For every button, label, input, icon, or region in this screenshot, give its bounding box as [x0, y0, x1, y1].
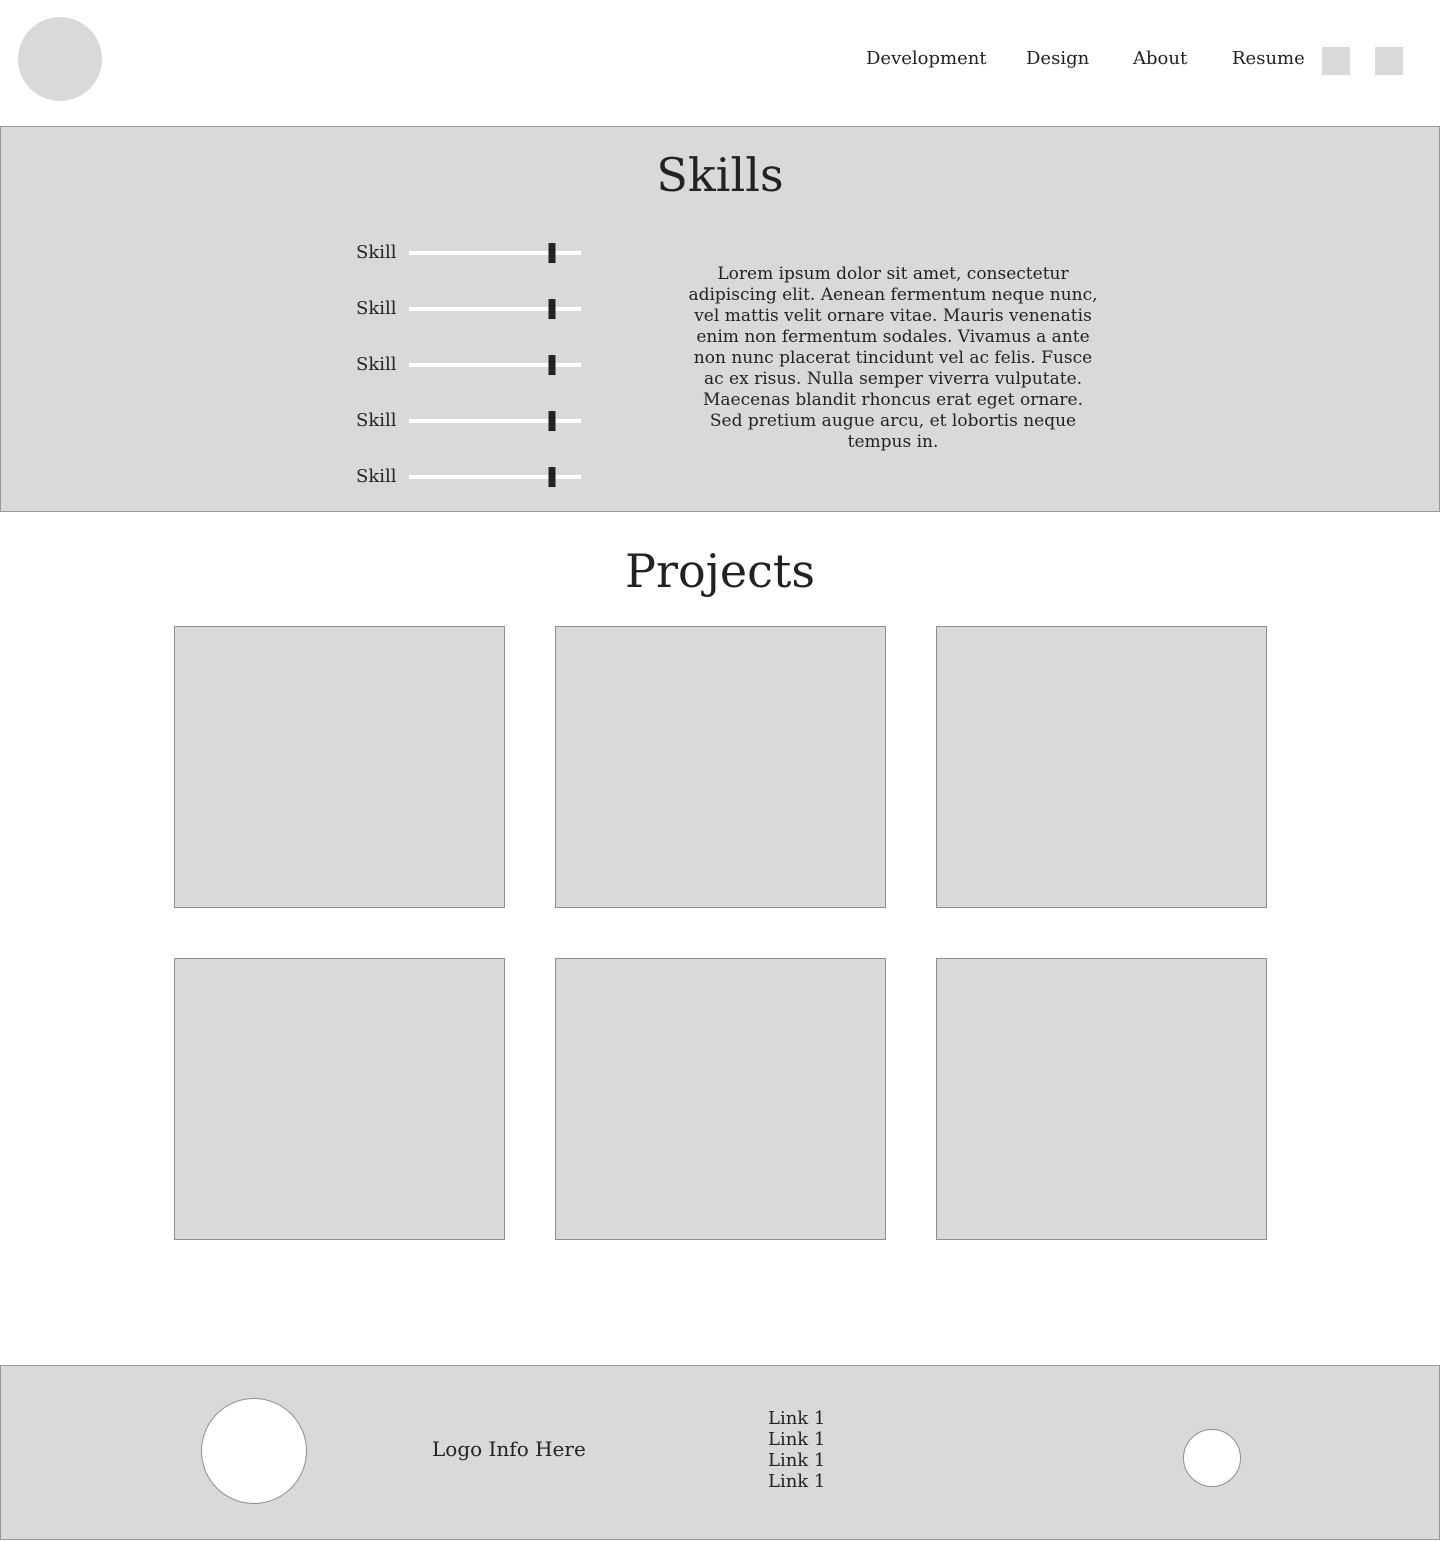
social-icon-placeholder-2[interactable]: [1375, 47, 1403, 75]
skill-slider-track[interactable]: [409, 299, 581, 319]
nav-link-development[interactable]: Development: [866, 47, 987, 71]
skill-row: Skill: [356, 353, 582, 377]
footer-logo-info: Logo Info Here: [432, 1437, 586, 1461]
nav-link-about[interactable]: About: [1133, 47, 1187, 71]
footer-link[interactable]: Link 1: [768, 1450, 825, 1471]
skill-slider-handle[interactable]: [548, 355, 556, 375]
skill-slider-handle[interactable]: [548, 411, 556, 431]
skill-label: Skill: [356, 242, 397, 263]
footer-links: Link 1 Link 1 Link 1 Link 1: [768, 1408, 825, 1492]
social-icon-placeholder-1[interactable]: [1322, 47, 1350, 75]
logo-placeholder[interactable]: [18, 17, 102, 101]
footer-link[interactable]: Link 1: [768, 1408, 825, 1429]
skills-title: Skills: [656, 148, 784, 202]
footer-link[interactable]: Link 1: [768, 1471, 825, 1492]
skill-slider-track[interactable]: [409, 467, 581, 487]
skills-description: Lorem ipsum dolor sit amet, consectetur …: [688, 264, 1098, 452]
project-card[interactable]: [936, 626, 1267, 908]
skill-slider-handle[interactable]: [548, 467, 556, 487]
project-card[interactable]: [174, 626, 505, 908]
projects-title: Projects: [625, 544, 815, 598]
skills-section: Skills Skill Skill Skill Skill Skill Lor…: [0, 126, 1440, 512]
skill-slider-handle[interactable]: [548, 299, 556, 319]
footer-link[interactable]: Link 1: [768, 1429, 825, 1450]
nav-link-design[interactable]: Design: [1026, 47, 1089, 71]
skill-label: Skill: [356, 466, 397, 487]
project-card[interactable]: [936, 958, 1267, 1240]
skill-slider-track[interactable]: [409, 411, 581, 431]
skill-slider-handle[interactable]: [548, 243, 556, 263]
skill-row: Skill: [356, 409, 582, 433]
skill-slider-track[interactable]: [409, 355, 581, 375]
skill-row: Skill: [356, 465, 582, 489]
skill-row: Skill: [356, 297, 582, 321]
skill-label: Skill: [356, 410, 397, 431]
nav-link-resume[interactable]: Resume: [1232, 47, 1305, 71]
footer: Logo Info Here Link 1 Link 1 Link 1 Link…: [0, 1365, 1440, 1540]
skill-slider-track[interactable]: [409, 243, 581, 263]
footer-social-icon-placeholder[interactable]: [1183, 1429, 1241, 1487]
footer-logo-placeholder: [201, 1398, 307, 1504]
skill-label: Skill: [356, 298, 397, 319]
project-card[interactable]: [555, 626, 886, 908]
skill-row: Skill: [356, 241, 582, 265]
skill-label: Skill: [356, 354, 397, 375]
project-card[interactable]: [174, 958, 505, 1240]
project-card[interactable]: [555, 958, 886, 1240]
